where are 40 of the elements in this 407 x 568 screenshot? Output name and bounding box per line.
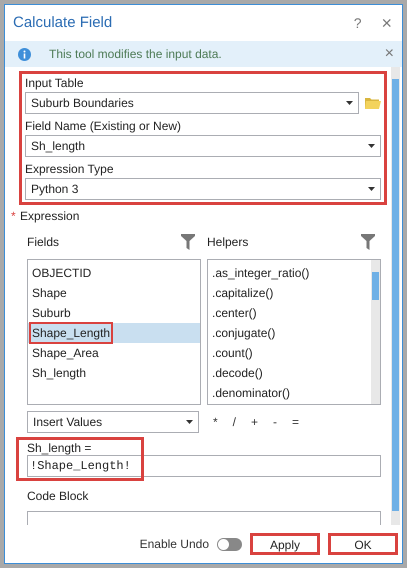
input-table-dropdown[interactable]: Suburb Boundaries <box>25 92 359 114</box>
field-item[interactable]: Sh_length <box>28 363 200 383</box>
window-title: Calculate Field <box>13 12 112 33</box>
field-item[interactable]: Shape_Length <box>28 323 200 343</box>
operator-button[interactable]: = <box>292 413 300 431</box>
operator-button[interactable]: + <box>251 413 258 431</box>
field-item[interactable]: OBJECTID <box>28 263 200 283</box>
required-mark: * <box>11 208 17 225</box>
expression-field[interactable]: !Shape_Length! <box>27 455 381 477</box>
dialog-button[interactable]: Apply <box>250 533 320 555</box>
field-name-label: Field Name (Existing or New) <box>25 118 182 135</box>
info-message: This tool modifies the input data. <box>49 46 222 63</box>
field-item[interactable]: Shape_Area <box>28 343 200 363</box>
helper-item[interactable]: .conjugate() <box>208 323 371 343</box>
code-block-label: Code Block <box>27 488 90 505</box>
close-button[interactable]: × <box>381 14 392 32</box>
operator-button[interactable]: * <box>213 413 218 431</box>
field-item[interactable]: Shape <box>28 283 200 303</box>
field-item[interactable]: Suburb <box>28 303 200 323</box>
operator-button[interactable]: / <box>232 413 236 431</box>
close-button[interactable]: × <box>384 46 394 62</box>
enable-undo-label: Enable Undo <box>140 536 209 553</box>
dialog-button[interactable]: OK <box>328 533 398 555</box>
helper-item[interactable]: .denominator() <box>208 383 371 403</box>
helper-item[interactable]: .count() <box>208 343 371 363</box>
helpers-label: Helpers <box>207 234 248 251</box>
helper-item[interactable]: .as_integer_ratio() <box>208 263 371 283</box>
expression-label: Expression <box>20 208 80 225</box>
helper-item[interactable]: .center() <box>208 303 371 323</box>
helper-item[interactable]: .decode() <box>208 363 371 383</box>
input-table-label: Input Table <box>25 75 84 92</box>
expression-type-label: Expression Type <box>25 161 114 178</box>
help-button[interactable]: ? <box>354 12 362 34</box>
fields-label: Fields <box>27 234 60 251</box>
expression-type-dropdown[interactable]: Python 3 <box>25 178 381 200</box>
field-name-dropdown[interactable]: Sh_length <box>25 135 381 157</box>
operator-button[interactable]: - <box>273 413 278 431</box>
target-label: Sh_length = <box>27 440 92 455</box>
helper-item[interactable]: .capitalize() <box>208 283 371 303</box>
insert-values-dropdown[interactable]: Insert Values <box>27 411 199 433</box>
